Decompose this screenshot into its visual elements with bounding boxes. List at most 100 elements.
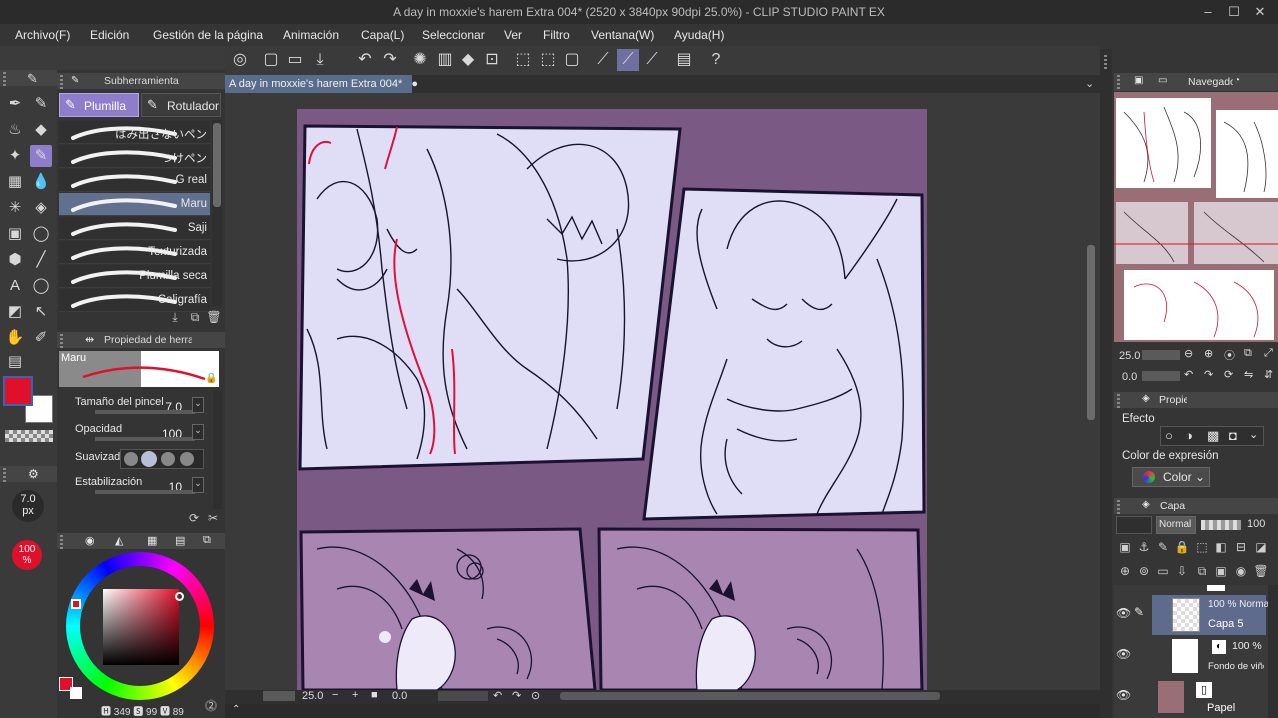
hand-tool-icon[interactable]: ✋ xyxy=(4,327,26,349)
property-row[interactable]: Tamaño del pincel 7.0 ⌄ xyxy=(60,394,210,418)
brush-list-scroll-thumb[interactable] xyxy=(213,123,221,207)
layer-row-capa5[interactable]: 👁 ✎ 100 % Normal Capa 5 xyxy=(1114,595,1271,635)
opacity-indicator[interactable]: 100 % xyxy=(12,540,42,570)
color-mode-icon[interactable]: ⓶ xyxy=(203,698,219,714)
snap-grid-icon[interactable]: ⟋ xyxy=(641,49,663,71)
nav-zoom-in-icon[interactable]: ⊕ xyxy=(1204,347,1213,360)
lasso-tool-icon[interactable]: ◯ xyxy=(30,223,52,245)
nav-fit-icon[interactable]: ⧉ xyxy=(1244,347,1252,360)
color-set-tab-icon[interactable]: ▦ xyxy=(147,534,157,547)
nav-fit-width-icon[interactable]: ⤢ xyxy=(1264,347,1273,360)
clip-studio-icon[interactable]: ◎ xyxy=(229,49,251,71)
property-stepper-icon[interactable]: ⌄ xyxy=(192,397,204,413)
color-history-tab-icon[interactable]: ⧉ xyxy=(203,534,211,547)
fill-icon[interactable]: ◆ xyxy=(457,49,479,71)
canvas-tab[interactable]: A day in moxxie's harem Extra 004* ● xyxy=(225,75,418,93)
ruler-tool-icon[interactable]: ◩ xyxy=(4,301,26,323)
apply-mask-icon[interactable]: ◉ xyxy=(1233,563,1249,579)
intermediate-color-tab-icon[interactable]: ▤ xyxy=(175,534,185,547)
brush-item[interactable]: G real xyxy=(59,169,210,192)
layer-row-papel[interactable]: 👁 ▯ Papel xyxy=(1114,677,1266,718)
canvas-vscroll-thumb[interactable] xyxy=(1087,245,1095,420)
eraser-tool-icon[interactable]: ◆ xyxy=(30,119,52,141)
nav-rotate-left-icon[interactable]: ↶ xyxy=(1184,368,1193,381)
property-row[interactable]: Estabilización 10 ⌄ xyxy=(60,474,210,498)
figure-tool-icon[interactable]: ⬢ xyxy=(4,249,26,271)
fill-tool-icon[interactable]: ◈ xyxy=(30,197,52,219)
watercolor-effect-icon[interactable]: ◑ xyxy=(1185,428,1193,443)
delete-subtool-icon[interactable]: 🗑 xyxy=(206,309,222,325)
duplicate-subtool-icon[interactable]: ⧉ xyxy=(187,309,203,325)
help-icon[interactable]: ? xyxy=(705,49,727,71)
g-pen-tool-icon[interactable]: ✎ xyxy=(30,145,52,167)
layer-list-scroll[interactable] xyxy=(1268,585,1278,718)
canvas-page[interactable] xyxy=(297,109,927,690)
airbrush-tool-icon[interactable]: ♨ xyxy=(4,119,26,141)
sparkle-tool-icon[interactable]: ✦ xyxy=(4,145,26,167)
reset-property-icon[interactable]: ⟳ xyxy=(186,510,202,526)
decoration-tool-icon[interactable]: ✳ xyxy=(4,197,26,219)
tab-close-icon[interactable]: ● xyxy=(411,78,418,90)
fit-icon[interactable]: ■ xyxy=(371,689,378,701)
brush-item[interactable]: つけペン xyxy=(59,145,210,168)
rotate-right-icon[interactable]: ↷ xyxy=(512,689,521,702)
gradient-tool-icon[interactable]: ▣ xyxy=(4,223,26,245)
snap-special-ruler-icon[interactable]: ⟋ xyxy=(617,49,639,71)
visibility-eye-icon[interactable]: 👁 xyxy=(1116,688,1131,702)
maximize-icon[interactable]: ☐ xyxy=(1222,2,1246,22)
rotate-left-icon[interactable]: ↶ xyxy=(493,689,502,702)
menu-animation[interactable]: Animación xyxy=(283,28,339,42)
nav-zoom-out-icon[interactable]: ⊖ xyxy=(1184,347,1193,360)
color-slider-tab-icon[interactable]: ◭ xyxy=(115,534,123,547)
navigator-tab-icon-2[interactable]: ▭ xyxy=(1158,75,1167,86)
brush-item[interactable]: Texturizada xyxy=(59,241,210,264)
property-scroll[interactable] xyxy=(213,391,222,509)
blend-tool-icon[interactable]: 💧 xyxy=(30,171,52,193)
zoom-out-icon[interactable]: − xyxy=(332,689,338,701)
new-raster-layer-icon[interactable]: ⊕ xyxy=(1117,563,1133,579)
tool-settings-icon[interactable]: ✂ xyxy=(205,510,221,526)
color-wheel-tab-icon[interactable]: ◉ xyxy=(85,534,95,547)
operation-tool-icon[interactable]: ↖ xyxy=(30,301,52,323)
navigator-angle-slider[interactable] xyxy=(1142,371,1180,381)
copy-subtool-icon[interactable]: ⤓ xyxy=(167,309,183,325)
brush-item[interactable]: Plumilla seca xyxy=(59,265,210,288)
saturation-value-square[interactable] xyxy=(103,589,179,665)
open-folder-icon[interactable]: ▭ xyxy=(284,49,306,71)
lock-icon[interactable]: 🔒 xyxy=(205,373,217,384)
navigator-tab-icon-3[interactable]: ◔ xyxy=(1234,75,1240,86)
property-slider[interactable] xyxy=(95,410,195,414)
property-row[interactable]: Opacidad 100 ⌄ xyxy=(60,421,210,445)
size-settings-icon[interactable]: ⚙ xyxy=(28,467,39,481)
redo-icon[interactable]: ↷ xyxy=(379,49,401,71)
deselect-icon[interactable]: ⬚ xyxy=(512,49,534,71)
marker-tool-icon[interactable]: ✎ xyxy=(30,93,52,115)
transfer-down-icon[interactable]: ⇩ xyxy=(1174,563,1190,579)
subtool-tab-rotulador[interactable]: ✎ Rotulador xyxy=(141,93,221,117)
sv-picker[interactable] xyxy=(175,592,184,601)
menu-filter[interactable]: Filtro xyxy=(543,28,570,42)
brush-item[interactable]: Saji xyxy=(59,217,210,240)
menu-edit[interactable]: Edición xyxy=(90,28,129,42)
text-tool-icon[interactable]: A xyxy=(4,275,26,297)
smoothing-weak-icon[interactable] xyxy=(141,451,157,467)
navigator-zoom-slider[interactable] xyxy=(1142,350,1180,360)
frame-tool-icon[interactable]: ▤ xyxy=(4,351,26,373)
delete-layer-icon[interactable]: 🗑 xyxy=(1253,563,1269,579)
draft-layer-icon[interactable]: ✎ xyxy=(1155,539,1171,555)
menu-window[interactable]: Ventana(W) xyxy=(591,28,654,42)
nav-flip-v-icon[interactable]: ⇵ xyxy=(1264,368,1273,381)
new-folder-icon[interactable]: ▭ xyxy=(1155,563,1171,579)
new-file-icon[interactable]: ▢ xyxy=(260,49,282,71)
visibility-eye-icon[interactable]: 👁 xyxy=(1116,647,1131,661)
save-icon[interactable]: ⤓ xyxy=(309,49,331,71)
layer-mode-select[interactable] xyxy=(1116,516,1152,534)
transparent-color-swatch[interactable] xyxy=(5,430,53,442)
eyedropper-tool-icon[interactable]: ✐ xyxy=(30,327,52,349)
selection-show-icon[interactable]: ▢ xyxy=(561,49,583,71)
ruler-enable-icon[interactable]: ⊟ xyxy=(1233,539,1249,555)
smoothing-none-icon[interactable] xyxy=(124,452,138,466)
nav-rotate-right-icon[interactable]: ↷ xyxy=(1204,368,1213,381)
reset-rotation-icon[interactable]: ⊙ xyxy=(531,689,540,702)
smoothing-options[interactable] xyxy=(120,449,204,469)
